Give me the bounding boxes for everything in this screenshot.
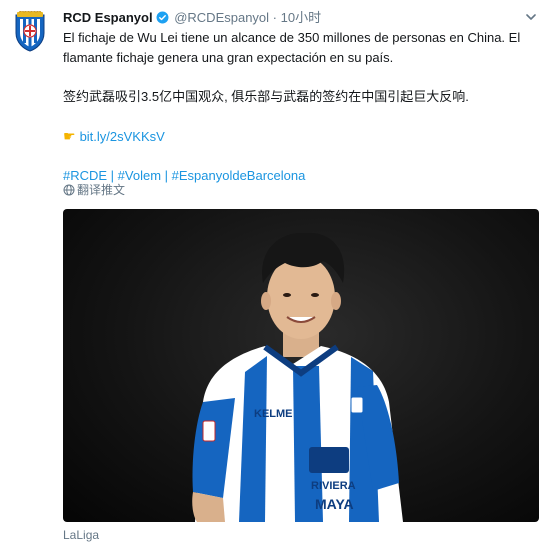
translate-tweet[interactable]: 翻译推文: [63, 182, 125, 198]
pointing-hand-icon: ☛: [63, 128, 76, 144]
shirt-front-line1: RIVIERA: [311, 480, 356, 492]
separator-dot: ·: [272, 10, 278, 25]
avatar[interactable]: [11, 11, 49, 53]
tweet-link-row: ☛ bit.ly/2sVKKsV: [63, 126, 533, 147]
tweet-photo[interactable]: KELME RIVIERA MAYA: [63, 209, 539, 522]
tweet-timestamp[interactable]: 10小时: [281, 10, 321, 25]
shirt-sponsor-text: KELME: [254, 408, 293, 420]
tweet-text-es-line1: El fichaje de Wu Lei tiene un alcance de…: [63, 30, 521, 45]
tweet-link[interactable]: bit.ly/2sVKKsV: [80, 129, 165, 144]
sponsor-logo-icon: [309, 447, 349, 473]
translate-label: 翻译推文: [77, 183, 126, 197]
tweet-text: El fichaje de Wu Lei tiene un alcance de…: [63, 28, 533, 186]
author-name[interactable]: RCD Espanyol: [63, 10, 153, 25]
tweet-header: RCD Espanyol @RCDEspanyol · 10小时: [63, 9, 321, 27]
tweet-text-zh: 签约武磊吸引3.5亿中国观众, 俱乐部与武磊的签约在中国引起巨大反响.: [63, 89, 469, 104]
laliga-badge-icon: [202, 420, 216, 442]
shirt-front-line2: MAYA: [315, 496, 354, 512]
verified-badge-icon: [156, 11, 169, 24]
photo-caption: LaLiga: [63, 528, 100, 542]
player-illustration: KELME RIVIERA MAYA: [192, 232, 403, 522]
globe-icon: [63, 184, 75, 196]
author-handle[interactable]: @RCDEspanyol: [174, 10, 269, 25]
tweet-hashtags[interactable]: #RCDE | #Volem | #EspanyoldeBarcelona: [63, 166, 533, 186]
club-badge-icon: [350, 396, 364, 414]
tweet-card: RCD Espanyol @RCDEspanyol · 10小时 El fich…: [0, 0, 550, 550]
tweet-text-es-line2: flamante fichaje genera una gran expecta…: [63, 50, 394, 65]
chevron-down-icon[interactable]: [526, 12, 536, 22]
